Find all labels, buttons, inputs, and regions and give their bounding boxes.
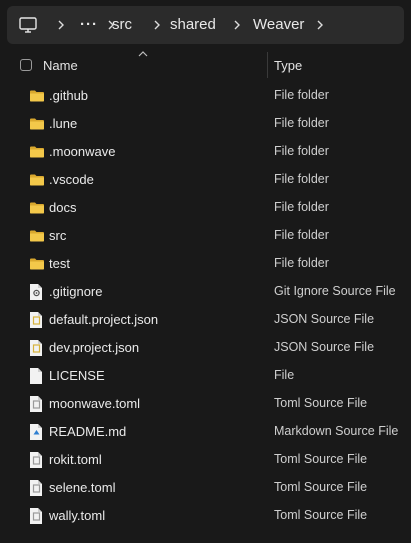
- file-row[interactable]: src File folder: [0, 222, 411, 250]
- file-type: File folder: [274, 172, 329, 186]
- file-name[interactable]: .lune: [49, 116, 77, 131]
- folder-icon: [29, 199, 45, 217]
- file-name[interactable]: docs: [49, 200, 76, 215]
- file-name[interactable]: test: [49, 256, 70, 271]
- json-file-icon: [29, 339, 45, 357]
- file-name[interactable]: rokit.toml: [49, 452, 102, 467]
- file-type: JSON Source File: [274, 312, 375, 326]
- file-row[interactable]: README.md Markdown Source File: [0, 418, 411, 446]
- toml-file-icon: [29, 395, 45, 413]
- name-column-header[interactable]: Name: [43, 58, 78, 73]
- toml-file-icon: [29, 451, 45, 469]
- chevron-right-icon[interactable]: [231, 19, 243, 31]
- toml-file-icon: [29, 479, 45, 497]
- file-row[interactable]: .gitignore Git Ignore Source File: [0, 278, 411, 306]
- file-row[interactable]: .moonwave File folder: [0, 138, 411, 166]
- folder-icon: [29, 255, 45, 273]
- chevron-right-icon[interactable]: [314, 19, 326, 31]
- file-row[interactable]: LICENSE File: [0, 362, 411, 390]
- breadcrumb-overflow[interactable]: ···: [80, 6, 98, 44]
- file-row[interactable]: test File folder: [0, 250, 411, 278]
- file-type: File folder: [274, 144, 329, 158]
- file-type: File folder: [274, 228, 329, 242]
- file-type: File folder: [274, 200, 329, 214]
- file-name[interactable]: default.project.json: [49, 312, 158, 327]
- file-name[interactable]: .gitignore: [49, 284, 102, 299]
- file-type: Toml Source File: [274, 452, 368, 466]
- file-row[interactable]: dev.project.json JSON Source File: [0, 334, 411, 362]
- address-bar[interactable]: ··· src shared Weaver: [7, 6, 404, 44]
- chevron-right-icon[interactable]: [55, 19, 67, 31]
- gitignore-file-icon: [29, 283, 45, 301]
- file-name[interactable]: .moonwave: [49, 144, 115, 159]
- file-row[interactable]: moonwave.toml Toml Source File: [0, 390, 411, 418]
- folder-icon: [29, 227, 45, 245]
- file-row[interactable]: .lune File folder: [0, 110, 411, 138]
- markdown-file-icon: [29, 423, 45, 441]
- file-name[interactable]: moonwave.toml: [49, 396, 140, 411]
- folder-icon: [29, 171, 45, 189]
- folder-icon: [29, 87, 45, 105]
- file-type: File: [274, 368, 295, 382]
- blank-file-icon: [29, 367, 45, 385]
- file-name[interactable]: dev.project.json: [49, 340, 139, 355]
- file-row[interactable]: wally.toml Toml Source File: [0, 502, 411, 530]
- file-type: JSON Source File: [274, 340, 375, 354]
- breadcrumb-src[interactable]: src: [112, 6, 132, 44]
- file-type: File folder: [274, 88, 329, 102]
- file-name[interactable]: src: [49, 228, 66, 243]
- file-name[interactable]: README.md: [49, 424, 126, 439]
- file-name[interactable]: wally.toml: [49, 508, 105, 523]
- json-file-icon: [29, 311, 45, 329]
- file-type: File folder: [274, 116, 329, 130]
- folder-icon: [29, 143, 45, 161]
- column-header: Name Type: [0, 52, 411, 80]
- type-column-header[interactable]: Type: [274, 58, 302, 73]
- select-all-checkbox[interactable]: [20, 59, 32, 71]
- file-type: Toml Source File: [274, 396, 368, 410]
- computer-icon[interactable]: [19, 17, 37, 33]
- file-name[interactable]: .github: [49, 88, 88, 103]
- file-row[interactable]: docs File folder: [0, 194, 411, 222]
- column-separator[interactable]: [267, 52, 268, 78]
- file-row[interactable]: .vscode File folder: [0, 166, 411, 194]
- toml-file-icon: [29, 507, 45, 525]
- chevron-right-icon[interactable]: [151, 19, 163, 31]
- file-type: Toml Source File: [274, 480, 368, 494]
- file-type: File folder: [274, 256, 329, 270]
- file-row[interactable]: .github File folder: [0, 82, 411, 110]
- file-type: Markdown Source File: [274, 424, 399, 438]
- file-name[interactable]: .vscode: [49, 172, 94, 187]
- file-row[interactable]: default.project.json JSON Source File: [0, 306, 411, 334]
- file-row[interactable]: selene.toml Toml Source File: [0, 474, 411, 502]
- file-type: Toml Source File: [274, 508, 368, 522]
- sort-ascending-icon: [138, 51, 148, 57]
- file-row[interactable]: rokit.toml Toml Source File: [0, 446, 411, 474]
- folder-icon: [29, 115, 45, 133]
- breadcrumb-shared[interactable]: shared: [170, 6, 216, 44]
- file-name[interactable]: selene.toml: [49, 480, 115, 495]
- file-name[interactable]: LICENSE: [49, 368, 105, 383]
- file-type: Git Ignore Source File: [274, 284, 396, 298]
- breadcrumb-weaver[interactable]: Weaver: [253, 6, 304, 44]
